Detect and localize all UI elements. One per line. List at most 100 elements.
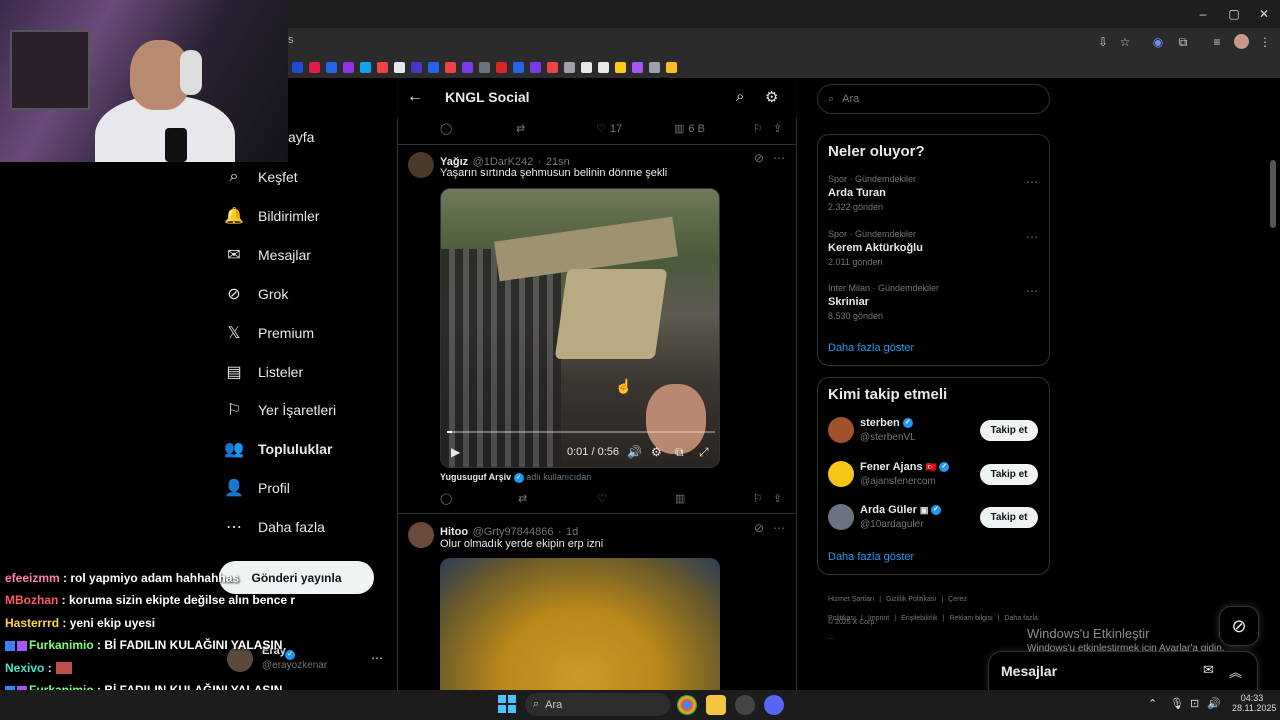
- bookmark-icon[interactable]: [666, 61, 677, 73]
- chevron-up-icon[interactable]: ⌃: [1148, 697, 1157, 710]
- bookmark-icon[interactable]: ⚐: [753, 492, 763, 505]
- clock[interactable]: 04:33 28.11.2025: [1232, 693, 1276, 713]
- tweet-avatar[interactable]: [408, 522, 434, 548]
- bookmark-icon[interactable]: [462, 61, 473, 73]
- tweet-author-handle[interactable]: @Grty97844866: [473, 526, 554, 538]
- bookmark-icon[interactable]: [496, 61, 507, 73]
- like-button[interactable]: ♡ 17: [596, 122, 622, 136]
- page-scrollbar[interactable]: [1270, 160, 1276, 228]
- extension-shield-icon[interactable]: ◉: [1150, 34, 1166, 50]
- more-icon[interactable]: ⋯: [773, 151, 785, 165]
- chevron-up-icon[interactable]: ︽: [1229, 662, 1242, 681]
- trend-name[interactable]: Skriniar: [828, 296, 869, 308]
- tweet-video[interactable]: ▶ 0:01 / 0:56 🔊 ⚙ ⧉ ⤢: [440, 188, 720, 468]
- follow-name[interactable]: Fener Ajans 🇹🇷 ✓: [860, 461, 950, 473]
- tweet-time[interactable]: 1d: [566, 526, 578, 538]
- follow-avatar[interactable]: [828, 417, 854, 443]
- share-icon[interactable]: ⇪: [773, 492, 782, 505]
- follow-name[interactable]: sterben ✓: [860, 417, 913, 429]
- retweet-icon[interactable]: ⇄: [518, 492, 527, 505]
- search-icon[interactable]: ⌕: [736, 88, 744, 105]
- windows-start-icon[interactable]: [498, 695, 516, 713]
- app-icon[interactable]: [735, 695, 755, 715]
- fullscreen-icon[interactable]: ⤢: [699, 445, 709, 460]
- pip-icon[interactable]: ⧉: [675, 445, 684, 460]
- microphone-icon[interactable]: 🎙: [1170, 697, 1184, 710]
- volume-icon[interactable]: 🔊: [1207, 697, 1221, 710]
- install-app-icon[interactable]: ⇩: [1095, 34, 1111, 50]
- post-button[interactable]: Gönderi yayınla: [219, 561, 374, 594]
- trend-name[interactable]: Kerem Aktürkoğlu: [828, 242, 923, 254]
- network-icon[interactable]: ⊡: [1190, 697, 1199, 710]
- star-icon[interactable]: ☆: [1117, 34, 1133, 50]
- nav-item-mesajlar[interactable]: ✉ Mesajlar: [224, 236, 311, 274]
- nav-item-premium[interactable]: 𝕏 Premium: [224, 314, 314, 352]
- grok-float-button[interactable]: ⊘: [1219, 606, 1259, 646]
- account-more-icon[interactable]: ⋯: [371, 651, 383, 665]
- chrome-icon[interactable]: [677, 695, 697, 715]
- settings-icon[interactable]: ⚙: [651, 445, 662, 459]
- video-progress-track[interactable]: [447, 431, 715, 433]
- messages-drawer[interactable]: Mesajlar ✉ ︽: [988, 651, 1258, 691]
- footer-link[interactable]: Hizmet Şartları: [828, 596, 874, 603]
- media-control-icon[interactable]: ≡: [1209, 34, 1225, 50]
- bookmark-icon[interactable]: [513, 61, 524, 73]
- follow-avatar[interactable]: [828, 460, 854, 487]
- bookmark-icon[interactable]: ⚐: [753, 122, 763, 135]
- nav-item-daha-fazla[interactable]: ⋯ Daha fazla: [224, 508, 325, 546]
- discord-icon[interactable]: [764, 695, 784, 715]
- views-button[interactable]: ▥ 6 B: [674, 122, 705, 136]
- bookmark-icon[interactable]: [377, 61, 388, 73]
- nav-item-bildirimler[interactable]: 🔔 Bildirimler: [224, 197, 319, 235]
- bookmark-icon[interactable]: [547, 61, 558, 73]
- bookmark-icon[interactable]: [581, 61, 592, 73]
- minimize-button[interactable]: –: [1188, 4, 1218, 24]
- nav-item-listeler[interactable]: ▤ Listeler: [224, 353, 303, 391]
- bookmark-icon[interactable]: [632, 61, 643, 73]
- follow-button[interactable]: Takip et: [980, 463, 1038, 485]
- follow-avatar[interactable]: [828, 504, 854, 530]
- heart-icon[interactable]: ♡: [597, 492, 607, 505]
- trend-more-icon[interactable]: ⋯: [1026, 175, 1038, 189]
- back-arrow-icon[interactable]: ←: [407, 88, 423, 106]
- nav-item-yer-i̇şaretleri[interactable]: ⚐ Yer İşaretleri: [224, 391, 336, 429]
- grok-icon[interactable]: ⊘: [754, 151, 764, 165]
- follow-name[interactable]: Arda Güler ▣ ✓: [860, 504, 941, 516]
- tweet-image[interactable]: [440, 558, 720, 690]
- follow-button[interactable]: Takip et: [980, 507, 1038, 528]
- chart-icon[interactable]: ▥: [675, 492, 685, 505]
- volume-icon[interactable]: 🔊: [627, 445, 642, 459]
- search-input[interactable]: ⌕ Ara: [817, 84, 1050, 114]
- share-icon[interactable]: ⇪: [773, 122, 782, 135]
- footer-link[interactable]: Gizlilik Politikası: [886, 596, 936, 603]
- retweet-icon[interactable]: ⇄: [516, 122, 525, 135]
- bookmark-icon[interactable]: [564, 61, 575, 73]
- bookmark-icon[interactable]: [343, 61, 354, 73]
- footer-link[interactable]: Reklam bilgisi: [949, 615, 992, 622]
- trends-show-more[interactable]: Daha fazla göster: [828, 342, 914, 354]
- address-bar-fragment[interactable]: s: [288, 34, 294, 46]
- bookmark-icon[interactable]: [530, 61, 541, 73]
- file-explorer-icon[interactable]: [706, 695, 726, 715]
- nav-item-keşfet[interactable]: ⌕ Keşfet: [224, 158, 298, 196]
- bookmark-icon[interactable]: [649, 61, 660, 73]
- profile-avatar[interactable]: [1234, 34, 1249, 49]
- nav-item-topluluklar[interactable]: 👥 Topluluklar: [224, 430, 332, 468]
- trend-name[interactable]: Arda Turan: [828, 187, 886, 199]
- grok-icon[interactable]: ⊘: [754, 521, 764, 535]
- bookmark-icon[interactable]: [428, 61, 439, 73]
- footer-link[interactable]: Erişilebilirlik: [901, 615, 938, 622]
- bookmark-icon[interactable]: [394, 61, 405, 73]
- attribution-name[interactable]: Yugusuguf Arşiv: [440, 472, 511, 482]
- reply-icon[interactable]: ◯: [440, 492, 452, 505]
- bookmark-icon[interactable]: [615, 61, 626, 73]
- new-message-icon[interactable]: ✉: [1203, 662, 1214, 678]
- nav-home-label[interactable]: ayfa: [288, 129, 314, 145]
- maximize-button[interactable]: ▢: [1219, 4, 1249, 24]
- bookmark-icon[interactable]: [292, 61, 303, 73]
- more-icon[interactable]: ⋯: [773, 521, 785, 535]
- nav-item-grok[interactable]: ⊘ Grok: [224, 275, 288, 313]
- bookmark-icon[interactable]: [479, 61, 490, 73]
- bookmark-icon[interactable]: [309, 61, 320, 73]
- play-icon[interactable]: ▶: [451, 445, 460, 459]
